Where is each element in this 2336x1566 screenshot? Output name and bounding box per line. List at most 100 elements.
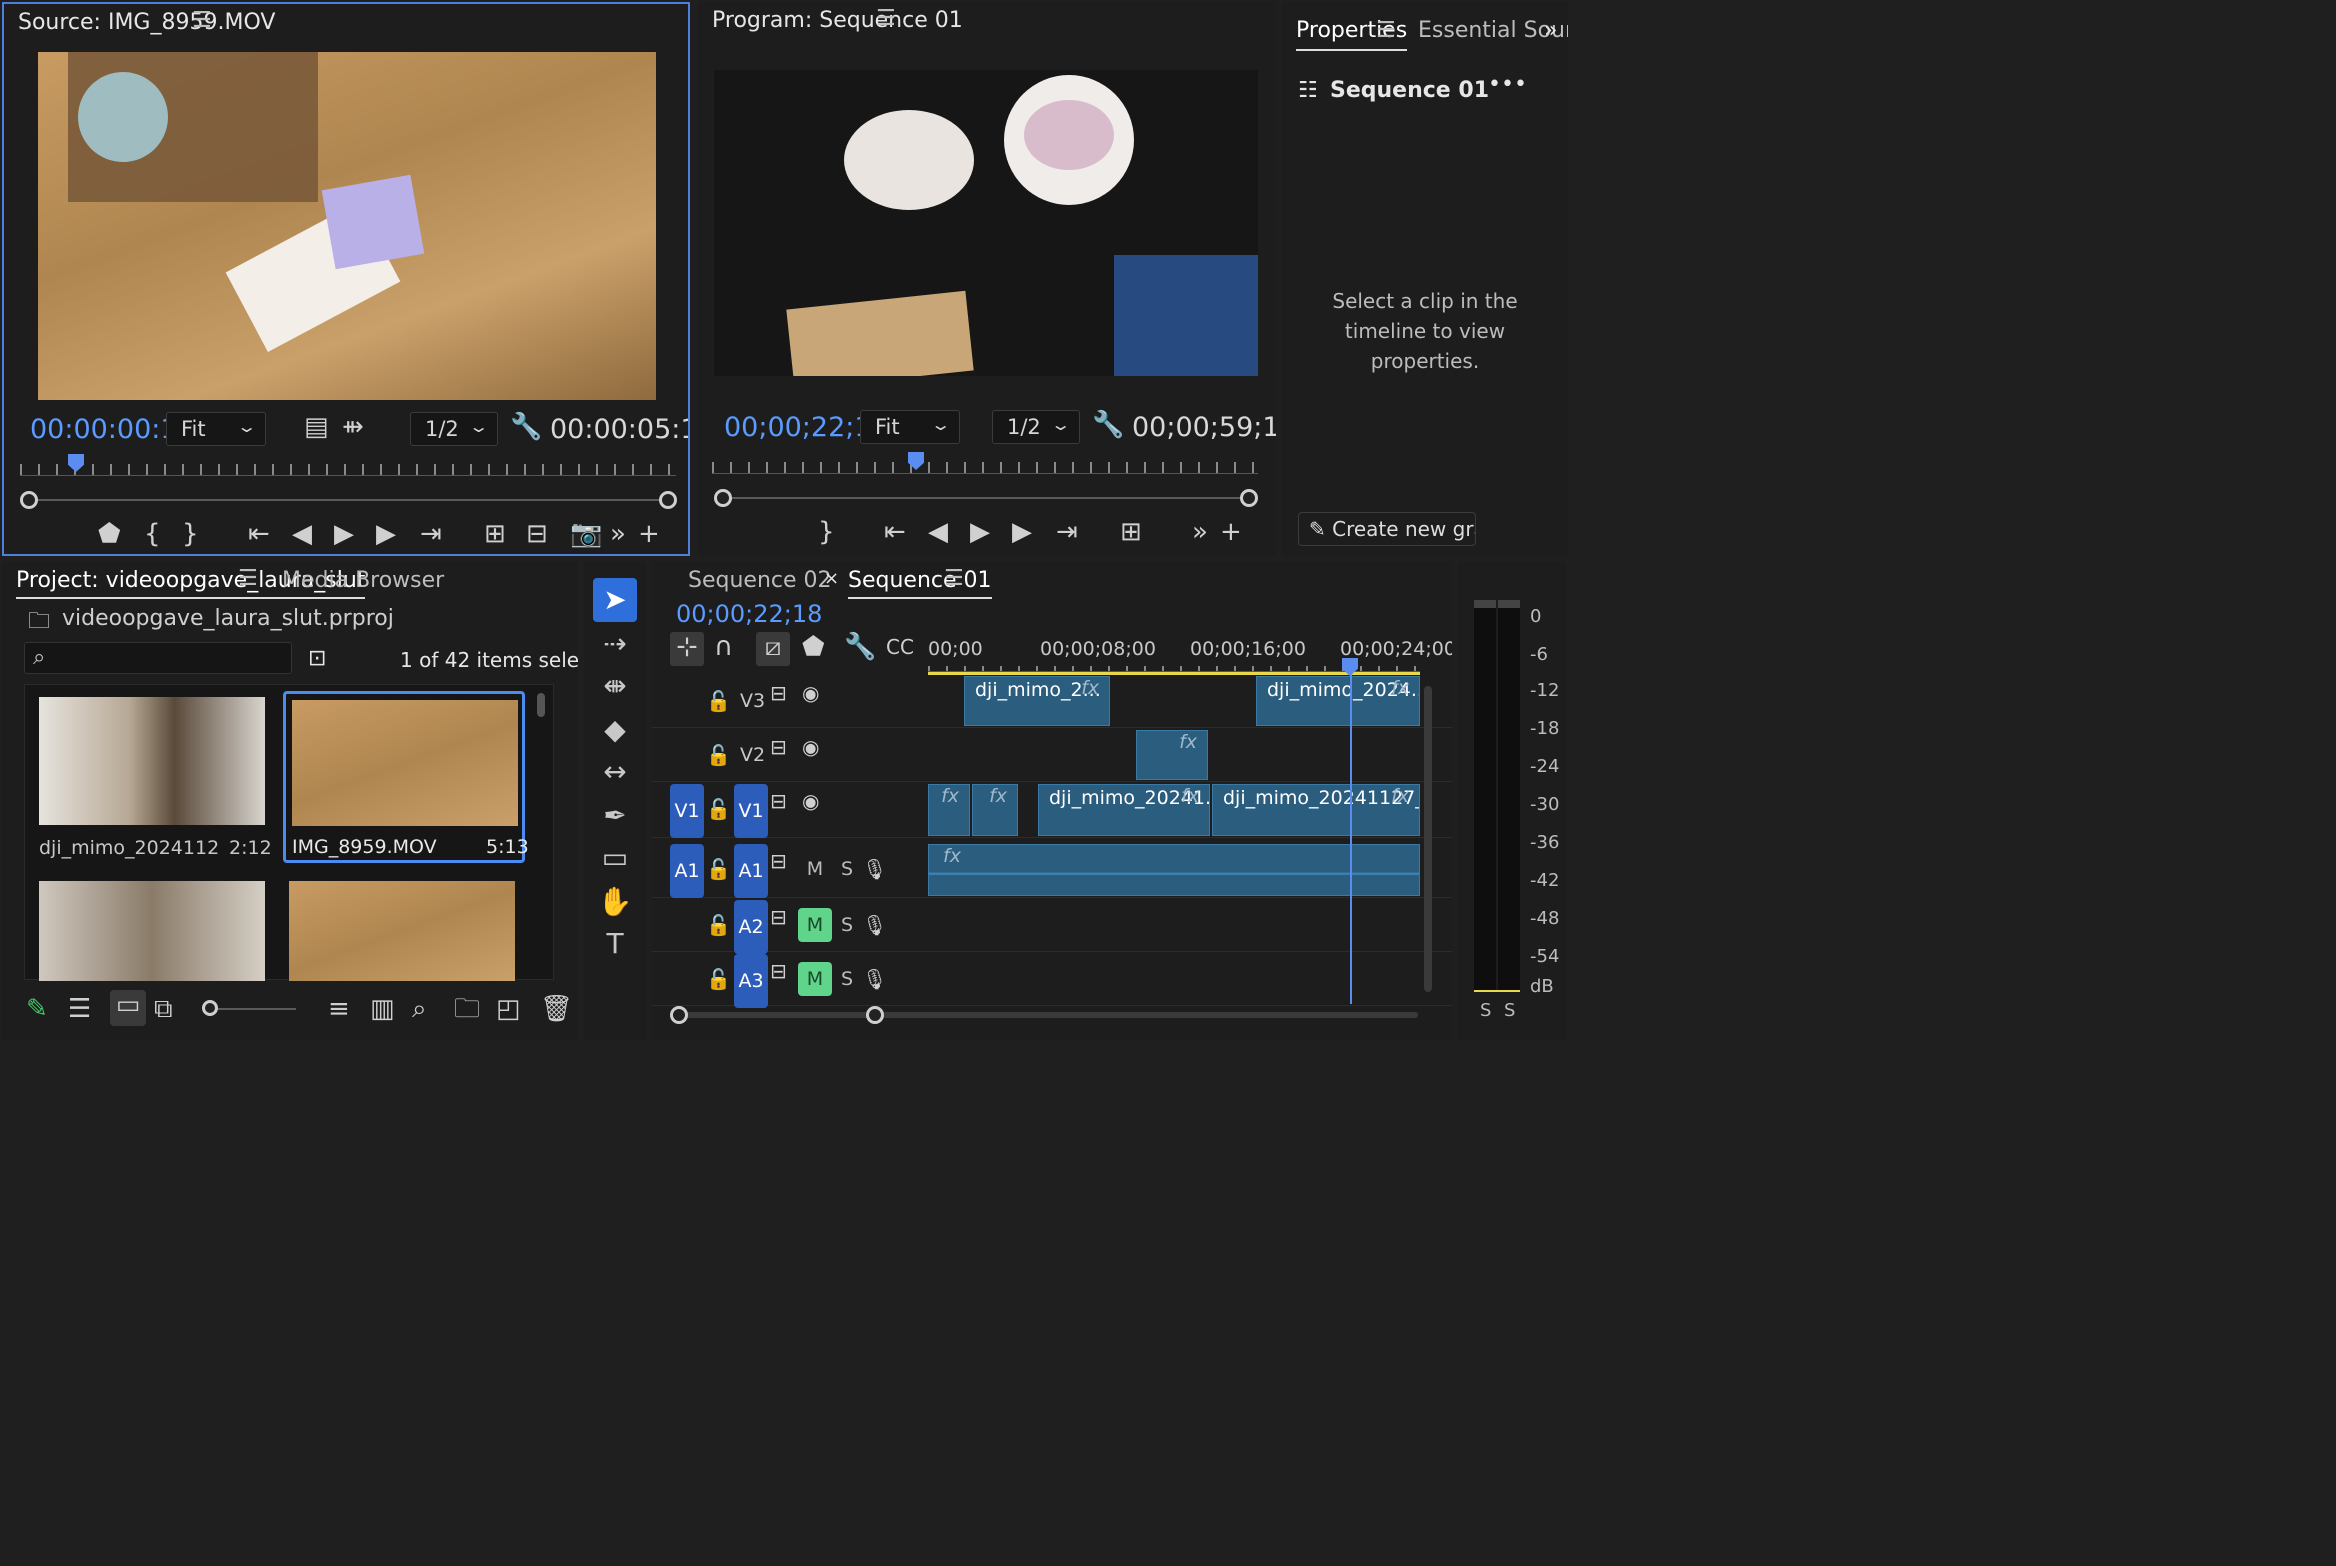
tab-sequence-02[interactable]: Sequence 02 <box>688 568 832 593</box>
more-panels-icon[interactable]: » <box>1544 18 1557 43</box>
source-zoom-bar[interactable] <box>28 499 668 501</box>
thumb-img-8959[interactable] <box>292 700 518 826</box>
mute-button[interactable]: M <box>798 962 832 996</box>
trash-icon[interactable]: 🗑 <box>540 994 573 1024</box>
go-to-out-icon[interactable]: ⇥ <box>1056 517 1078 547</box>
overwrite-icon[interactable]: ⊟ <box>526 519 548 549</box>
source-fit-dropdown[interactable]: Fit ⌄ <box>166 412 266 446</box>
tab-sequence-01[interactable]: Sequence 01 <box>848 568 992 599</box>
mic-icon[interactable]: 🎙 <box>862 964 887 994</box>
step-back-icon[interactable]: ◀ <box>292 519 312 549</box>
clip[interactable]: dji_mimo_2... fx <box>964 676 1110 726</box>
zoom-handle-right[interactable] <box>866 1006 884 1024</box>
source-patch-a1[interactable]: A1 <box>670 844 704 898</box>
new-item-icon[interactable]: ◰ <box>496 994 521 1024</box>
scrollbar[interactable] <box>537 693 545 717</box>
zoom-slider[interactable] <box>218 1008 296 1010</box>
menu-icon[interactable]: ☰ <box>238 566 258 591</box>
solo-right[interactable]: S <box>1504 1000 1515 1021</box>
go-to-in-icon[interactable]: ⇤ <box>884 517 906 547</box>
add-marker-icon[interactable]: ⬟ <box>98 519 121 549</box>
source-title[interactable]: Source: IMG_8959.MOV <box>18 10 275 35</box>
lift-icon[interactable]: ⊞ <box>1120 517 1142 547</box>
toggle-sync-icon[interactable]: ⊟ <box>770 846 787 876</box>
magnet-icon[interactable]: ∩ <box>714 632 733 662</box>
menu-icon[interactable]: ☰ <box>944 566 964 591</box>
razor-icon[interactable]: ◆ <box>593 708 637 752</box>
program-res-dropdown[interactable]: 1/2 ⌄ <box>992 410 1080 444</box>
add-button-icon[interactable]: + <box>1220 517 1242 547</box>
source-ruler[interactable] <box>20 456 676 476</box>
zoom-handle-left[interactable] <box>670 1006 688 1024</box>
rectangle-icon[interactable]: ▭ <box>593 836 637 880</box>
eye-icon[interactable]: ◉ <box>802 678 819 708</box>
zoom-handle-right[interactable] <box>659 491 677 509</box>
trim-icon[interactable]: ⇻ <box>342 412 364 442</box>
audio-clip[interactable]: fx <box>928 844 1420 896</box>
source-res-dropdown[interactable]: 1/2 ⌄ <box>410 412 498 446</box>
eye-icon[interactable]: ◉ <box>802 786 819 816</box>
solo-left[interactable]: S <box>1480 1000 1491 1021</box>
mic-icon[interactable]: 🎙 <box>862 910 887 940</box>
clip[interactable]: fx <box>1136 730 1208 780</box>
sort-icon[interactable]: ≡ <box>328 994 350 1024</box>
zoom-slider-handle[interactable] <box>202 1000 218 1016</box>
pencil-icon[interactable]: ✎ <box>26 994 48 1024</box>
linked-select-icon[interactable]: ⧄ <box>756 632 790 666</box>
track-target-v1[interactable]: V1 <box>734 784 768 838</box>
toggle-sync-icon[interactable]: ⊟ <box>770 786 787 816</box>
lock-icon[interactable]: 🔓 <box>706 740 731 770</box>
timeline-zoom-bar[interactable] <box>682 1012 1418 1018</box>
zoom-handle-left[interactable] <box>714 489 732 507</box>
program-zoom-bar[interactable] <box>720 497 1250 499</box>
track-target-a2[interactable]: A2 <box>734 900 768 954</box>
lock-icon[interactable]: 🔓 <box>706 686 731 716</box>
lock-icon[interactable]: 🔓 <box>706 794 731 824</box>
add-button-icon[interactable]: + <box>638 519 660 549</box>
automate-icon[interactable]: ▥ <box>370 994 395 1024</box>
selection-tool-icon[interactable]: ➤ <box>593 578 637 622</box>
toggle-sync-icon[interactable]: ⊟ <box>770 732 787 762</box>
marker-icon[interactable]: ⬟ <box>802 632 825 662</box>
menu-icon[interactable]: ☰ <box>1376 18 1396 43</box>
lock-icon[interactable]: 🔓 <box>706 910 731 940</box>
thumb-dji-mimo[interactable] <box>39 697 265 825</box>
solo-button[interactable]: S <box>830 908 864 942</box>
more-icon[interactable]: » <box>610 519 626 549</box>
toggle-sync-icon[interactable]: ⊟ <box>770 956 787 986</box>
type-icon[interactable]: T <box>593 922 637 966</box>
new-bin-icon[interactable]: 🗀 <box>454 994 480 1024</box>
track-target-a1[interactable]: A1 <box>734 844 768 898</box>
menu-icon[interactable]: ☰ <box>876 6 896 31</box>
mark-out-icon[interactable]: } <box>818 517 835 547</box>
freeform-view-icon[interactable]: ⧉ <box>154 994 173 1024</box>
go-to-in-icon[interactable]: ⇤ <box>248 519 270 549</box>
mark-out-icon[interactable]: } <box>182 519 199 549</box>
hand-icon[interactable]: ✋ <box>593 880 637 924</box>
new-bin-icon[interactable]: ⊡ <box>308 646 326 671</box>
more-icon[interactable]: » <box>1192 517 1208 547</box>
step-forward-icon[interactable]: ▶ <box>376 519 396 549</box>
timeline-vscroll[interactable] <box>1424 686 1432 992</box>
ripple-edit-icon[interactable]: ⇼ <box>593 664 637 708</box>
program-ruler[interactable] <box>712 454 1258 474</box>
solo-button[interactable]: S <box>830 962 864 996</box>
step-back-icon[interactable]: ◀ <box>928 517 948 547</box>
track-target-a3[interactable]: A3 <box>734 954 768 1008</box>
icon-view-icon[interactable]: ▭ <box>110 990 146 1026</box>
snap-icon[interactable]: ⊹ <box>670 632 704 666</box>
source-patch-v1[interactable]: V1 <box>670 784 704 838</box>
close-icon[interactable]: × <box>824 568 839 589</box>
list-view-icon[interactable]: ☰ <box>68 994 91 1024</box>
play-icon[interactable]: ▶ <box>334 519 354 549</box>
thumb-table[interactable] <box>289 881 515 981</box>
zoom-handle-right[interactable] <box>1240 489 1258 507</box>
ellipsis-icon[interactable]: ••• <box>1488 72 1527 97</box>
mute-button[interactable]: M <box>798 852 832 886</box>
clip[interactable]: fx <box>972 784 1018 836</box>
solo-button[interactable]: S <box>830 852 864 886</box>
lock-icon[interactable]: 🔓 <box>706 854 731 884</box>
lock-icon[interactable]: 🔓 <box>706 964 731 994</box>
zoom-handle-left[interactable] <box>20 491 38 509</box>
captions-icon[interactable]: CC <box>886 632 914 662</box>
